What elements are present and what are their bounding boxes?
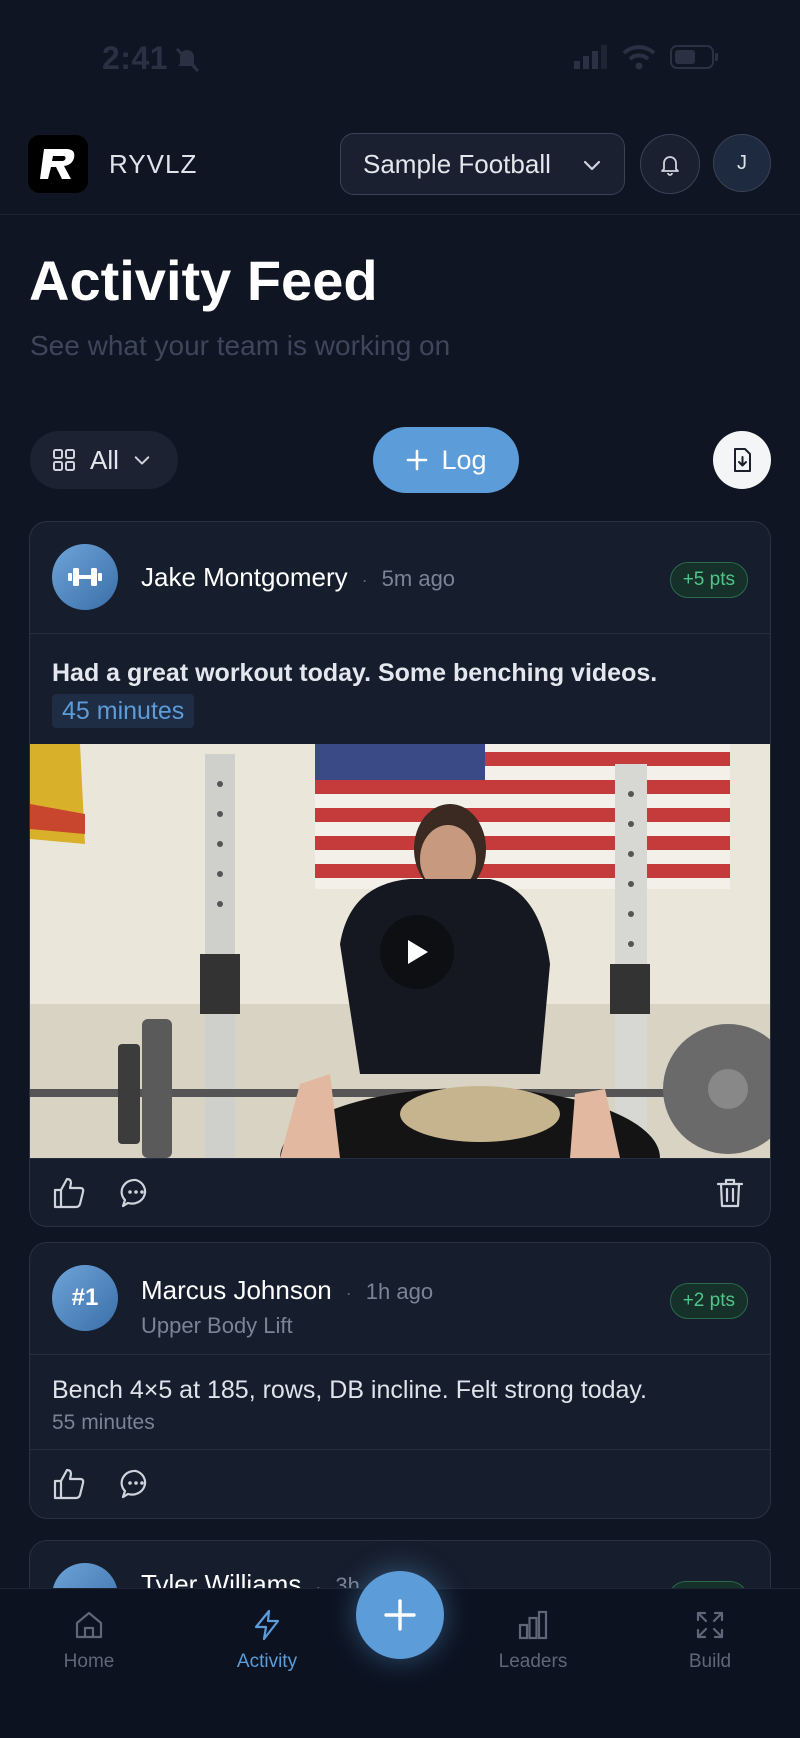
status-time: 2:41 [102,40,169,76]
chevron-down-icon [583,160,601,171]
bell-icon [661,156,679,176]
video-player[interactable] [30,744,770,1158]
post-duration: 55 minutes [52,1411,155,1434]
team-selector[interactable]: Sample Football [340,133,625,195]
nav-leaders[interactable]: Leaders [468,1609,598,1673]
nav-label: Activity [236,1651,298,1672]
post-text: Had a great workout today. Some benching… [30,634,770,744]
post-text: Bench 4×5 at 185, rows, DB incline. Felt… [52,1376,647,1404]
trash-icon[interactable] [716,1177,744,1209]
post-text-content: Had a great workout today. Some benching… [52,659,658,687]
filter-label: All [90,444,119,475]
play-icon [408,940,428,964]
export-button[interactable] [713,431,771,489]
app-header: RYVLZ Sample Football J [0,115,800,215]
nav-home[interactable]: Home [24,1609,154,1673]
bar-chart-icon [518,1610,548,1640]
post-body: Bench 4×5 at 185, rows, DB incline. Felt… [30,1355,770,1450]
signal-icon [574,45,607,69]
status-bar: 2:41 [0,0,800,115]
post-time: 5m ago [381,566,456,591]
nav-build[interactable]: Build [645,1609,775,1673]
nav-activity[interactable]: Activity [202,1609,332,1673]
file-download-icon [734,448,751,472]
plus-icon [384,1599,416,1631]
dumbbell-icon [68,568,102,586]
post-time: 1h ago [365,1279,434,1304]
expand-icon [696,1611,724,1639]
user-avatar[interactable]: J [713,134,771,192]
post-category: Upper Body Lift [141,1313,293,1338]
chevron-down-icon [134,456,150,465]
activity-card: Jake Montgomery · 5m ago +5 pts Had a grea… [29,521,771,1227]
wifi-icon [622,45,656,70]
home-icon [75,1611,103,1639]
card-header: #1 Marcus Johnson · 1h ago Upper Body Lift… [30,1243,770,1355]
like-icon[interactable] [52,1467,86,1501]
add-activity-button[interactable] [356,1571,444,1659]
card-actions [30,1158,770,1226]
post-author[interactable]: Marcus Johnson [141,1275,332,1305]
plus-icon [407,449,428,471]
card-header: Jake Montgomery · 5m ago +5 pts [30,522,770,634]
post-author-line: Marcus Johnson · 1h ago [141,1275,433,1306]
notifications-button[interactable] [640,134,700,194]
team-selector-label: Sample Football [363,148,551,179]
filter-dropdown[interactable]: All [30,431,178,489]
brand-name: RYVLZ [109,149,198,179]
log-label: Log [441,444,487,475]
play-button[interactable] [380,915,454,989]
logo-r-icon [40,149,75,179]
bell-muted-icon [175,47,200,73]
rank-avatar[interactable]: #1 [52,1265,118,1331]
grid-icon [53,449,75,471]
duration-chip: 45 minutes [52,694,195,728]
lightning-icon [254,1609,280,1641]
page-title: Activity Feed [29,249,378,312]
comment-icon[interactable] [120,1177,152,1209]
status-icons [574,44,720,70]
points-badge: +2 pts [669,1283,748,1319]
separator-dot: · [361,570,368,590]
nav-label: Home [63,1651,115,1672]
post-author-line: Jake Montgomery · 5m ago [141,562,455,593]
nav-label: Build [688,1651,732,1672]
battery-icon [670,45,718,69]
like-icon[interactable] [52,1176,86,1210]
log-button[interactable]: Log [373,427,519,493]
points-badge: +5 pts [669,562,748,598]
page-subtitle: See what your team is working on [30,330,451,361]
app-logo[interactable] [28,135,88,193]
card-actions [30,1450,770,1518]
post-avatar[interactable] [52,544,118,610]
activity-card: #1 Marcus Johnson · 1h ago Upper Body Lift… [29,1242,771,1519]
separator-dot: · [345,1283,352,1303]
comment-icon[interactable] [120,1468,152,1500]
post-author[interactable]: Jake Montgomery [141,562,348,592]
nav-label: Leaders [498,1651,568,1672]
